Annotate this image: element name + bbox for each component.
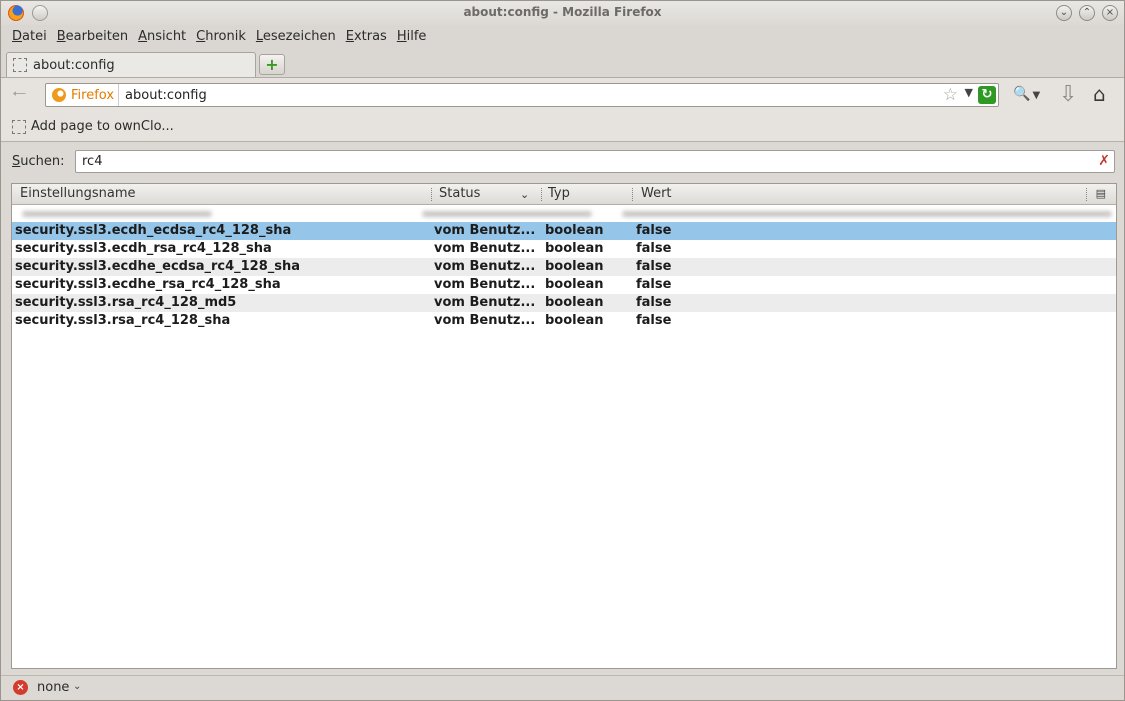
maximize-icon[interactable]: ⌃ — [1079, 5, 1095, 21]
pref-value: false — [636, 313, 672, 328]
pref-status: vom Benutz... — [434, 259, 536, 274]
pref-type: boolean — [545, 259, 604, 274]
table-row[interactable]: security.ssl3.ecdh_rsa_rc4_128_sha vom B… — [12, 240, 1116, 258]
column-header-status[interactable]: Status — [439, 186, 480, 201]
url-bar[interactable]: Firefox about:config ☆ ▼ ↻ — [45, 83, 999, 107]
menu-lesezeichen[interactable]: Lesezeichen — [251, 27, 341, 47]
table-row[interactable]: security.ssl3.rsa_rc4_128_sha vom Benutz… — [12, 312, 1116, 330]
chevron-down-icon[interactable]: ⌄ — [73, 681, 81, 692]
pref-name: security.ssl3.ecdh_rsa_rc4_128_sha — [15, 241, 272, 256]
minimize-icon[interactable]: ⌄ — [1056, 5, 1072, 21]
table-row[interactable]: security.ssl3.ecdhe_rsa_rc4_128_sha vom … — [12, 276, 1116, 294]
bookmark-page-icon — [12, 119, 26, 134]
bookmark-star-icon[interactable]: ☆ — [943, 85, 958, 105]
menu-bearbeiten[interactable]: Bearbeiten — [52, 27, 133, 47]
page-favicon-icon — [13, 58, 27, 72]
navigation-toolbar: 🠀 Firefox about:config ☆ ▼ ↻ 🔍 ▼ ⇩ ⌂ — [1, 77, 1124, 112]
pref-type: boolean — [545, 223, 604, 238]
column-header-type[interactable]: Typ — [548, 186, 570, 201]
pref-value: false — [636, 223, 672, 238]
pref-status: vom Benutz... — [434, 241, 536, 256]
firefox-window: about:config - Mozilla Firefox ⌄ ⌃ × Dat… — [0, 0, 1125, 701]
pref-name: security.ssl3.ecdh_ecdsa_rc4_128_sha — [15, 223, 292, 238]
error-icon[interactable]: × — [13, 680, 28, 695]
firefox-identity-icon — [52, 88, 66, 102]
search-engine-icon[interactable]: 🔍 ▼ — [1013, 86, 1040, 102]
column-separator[interactable] — [1086, 188, 1087, 201]
url-text[interactable]: about:config — [119, 88, 207, 103]
new-tab-button[interactable]: + — [259, 54, 285, 75]
pref-value: false — [636, 259, 672, 274]
clear-filter-icon[interactable]: ✗ — [1098, 153, 1110, 169]
column-separator[interactable] — [541, 188, 542, 201]
tab-label: about:config — [33, 57, 115, 73]
back-arrow-icon[interactable]: 🠀 — [12, 85, 34, 105]
pref-value: false — [636, 277, 672, 292]
preferences-rows: security.ssl3.ecdh_ecdsa_rc4_128_sha vom… — [12, 222, 1116, 330]
pref-name: security.ssl3.ecdhe_rsa_rc4_128_sha — [15, 277, 281, 292]
search-dropdown-icon[interactable]: ▼ — [1032, 90, 1040, 101]
column-header-value[interactable]: Wert — [641, 186, 672, 201]
close-icon[interactable]: × — [1102, 5, 1118, 21]
status-bar: × none ⌄ — [1, 675, 1124, 700]
pref-status: vom Benutz... — [434, 277, 536, 292]
reload-icon[interactable]: ↻ — [978, 86, 996, 104]
download-icon[interactable]: ⇩ — [1059, 82, 1077, 107]
status-text[interactable]: none — [37, 680, 69, 695]
filter-input[interactable]: rc4 — [75, 150, 1115, 173]
sort-chevron-icon: ⌄ — [520, 188, 530, 201]
pref-type: boolean — [545, 277, 604, 292]
menu-datei[interactable]: Datei — [1, 27, 52, 47]
pref-name: security.ssl3.ecdhe_ecdsa_rc4_128_sha — [15, 259, 301, 274]
about-config-content: Suchen: rc4 ✗ Einstellungsname Status ⌄ … — [1, 143, 1124, 675]
pref-status: vom Benutz... — [434, 223, 536, 238]
column-separator[interactable] — [632, 188, 633, 201]
pref-type: boolean — [545, 295, 604, 310]
home-icon[interactable]: ⌂ — [1093, 82, 1106, 106]
menu-hilfe[interactable]: Hilfe — [392, 27, 432, 47]
menu-ansicht[interactable]: Ansicht — [133, 27, 191, 47]
column-separator[interactable] — [431, 188, 432, 201]
table-row[interactable]: security.ssl3.ecdh_ecdsa_rc4_128_sha vom… — [12, 222, 1116, 240]
column-header-name[interactable]: Einstellungsname — [20, 186, 136, 201]
table-row[interactable]: security.ssl3.ecdhe_ecdsa_rc4_128_sha vo… — [12, 258, 1116, 276]
pref-value: false — [636, 241, 672, 256]
menu-chronik[interactable]: Chronik — [191, 27, 251, 47]
menu-extras[interactable]: Extras — [341, 27, 392, 47]
pref-name: security.ssl3.rsa_rc4_128_md5 — [15, 295, 237, 310]
bookmark-item-owncloud[interactable]: Add page to ownClo... — [31, 119, 174, 134]
menu-bar: Datei Bearbeiten Ansicht Chronik Lesezei… — [1, 27, 431, 47]
bookmarks-toolbar: Add page to ownClo... — [1, 112, 1124, 142]
site-identity-button[interactable]: Firefox — [46, 84, 120, 106]
pref-name: security.ssl3.rsa_rc4_128_sha — [15, 313, 231, 328]
pref-type: boolean — [545, 241, 604, 256]
history-dropdown-icon[interactable]: ▼ — [965, 86, 973, 99]
filter-label: Suchen: — [12, 154, 65, 169]
blurred-row — [12, 206, 1116, 222]
pref-status: vom Benutz... — [434, 313, 536, 328]
pref-type: boolean — [545, 313, 604, 328]
column-picker-icon[interactable]: ▤ — [1096, 187, 1106, 200]
table-row[interactable]: security.ssl3.rsa_rc4_128_md5 vom Benutz… — [12, 294, 1116, 312]
identity-label: Firefox — [71, 87, 115, 103]
preferences-tree[interactable]: Einstellungsname Status ⌄ Typ Wert ▤ sec… — [11, 183, 1117, 669]
tab-about-config[interactable]: about:config — [6, 52, 256, 77]
title-bar: about:config - Mozilla Firefox ⌄ ⌃ × — [1, 1, 1124, 25]
tree-header: Einstellungsname Status ⌄ Typ Wert ▤ — [12, 184, 1116, 205]
window-title: about:config - Mozilla Firefox — [463, 5, 662, 19]
pref-value: false — [636, 295, 672, 310]
pref-status: vom Benutz... — [434, 295, 536, 310]
